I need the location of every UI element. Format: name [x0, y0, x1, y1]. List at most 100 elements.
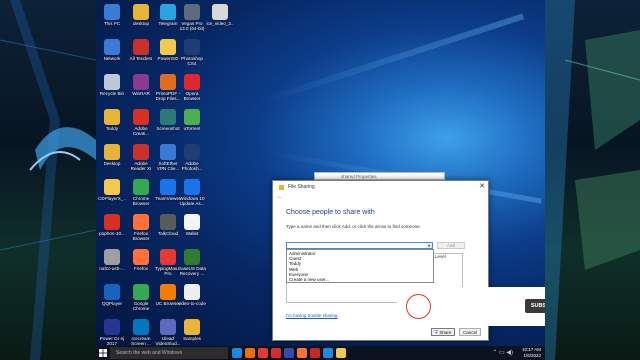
help-link[interactable]: I'm having trouble sharing: [286, 313, 337, 318]
app-icon: [104, 249, 120, 265]
app-icon: [133, 109, 149, 125]
desktop-icon[interactable]: Vegas Pro 13.0 (64-bit): [178, 4, 206, 31]
desktop-icon[interactable]: Firefox: [127, 249, 155, 271]
system-tray[interactable]: ⌃ ▭ ◀): [492, 349, 513, 356]
cancel-button[interactable]: Cancel: [459, 328, 481, 336]
desktop-icon-label: Icecream Screen ...: [131, 336, 151, 346]
taskbar-search-box[interactable]: Search the web and Windows: [110, 347, 228, 359]
share-button[interactable]: ⛨ Share: [431, 328, 455, 336]
desktop-icon[interactable]: ice_video_2...: [206, 4, 234, 31]
desktop-icon-label: Opera Browser: [183, 91, 201, 101]
app-icon: [184, 284, 200, 300]
desktop-icon-label: Samples: [183, 336, 201, 341]
desktop-icon-label: Adobe Reader XI: [130, 161, 152, 171]
desktop-icon[interactable]: nafcc-usb-...: [98, 249, 126, 271]
desktop-icon[interactable]: Network: [98, 39, 126, 61]
app-icon: [212, 4, 228, 20]
user-dropdown-list[interactable]: Administrator Guest Teddy Web Everyone Create…: [286, 249, 434, 283]
app-icon: [184, 74, 200, 90]
desktop-icon-label: pophon-10...: [99, 231, 125, 236]
app-icon: [184, 214, 200, 230]
close-icon[interactable]: ✕: [479, 182, 485, 190]
taskbar-app-icon[interactable]: [245, 348, 255, 358]
back-arrow-icon[interactable]: ←: [277, 194, 283, 200]
desktop-icon[interactable]: pophon-10...: [98, 214, 126, 236]
dialog-title: File Sharing: [288, 184, 315, 190]
clock-date: 1/6/2022: [523, 353, 541, 358]
app-icon: [104, 319, 120, 335]
desktop-icon[interactable]: QQPlayer: [98, 284, 126, 306]
taskbar-app-icon[interactable]: [310, 348, 320, 358]
right-artwork-shapes: [545, 0, 640, 360]
record-circle-icon: [406, 294, 431, 319]
desktop-icon-label: Photoshop CS4: [181, 56, 203, 66]
shared-properties-window[interactable]: shared Properties: [314, 172, 445, 180]
app-icon: [104, 144, 120, 160]
desktop-icon-label: video-to-code: [178, 301, 206, 306]
desktop-icon[interactable]: CDPlayerX_...: [98, 179, 126, 206]
desktop-icon[interactable]: Adobe Creati...: [127, 109, 155, 136]
app-icon: [160, 214, 176, 230]
desktop-icon-label: Firefox Browser: [132, 231, 150, 241]
desktop-icon-label: Adobe Photosh...: [181, 161, 203, 171]
desktop-icon-label: This PC: [103, 21, 121, 26]
desktop-icon[interactable]: Opera Browser: [178, 74, 206, 101]
app-icon: [184, 39, 200, 55]
desktop-icon[interactable]: Chrome Browser: [127, 179, 155, 206]
desktop-icon[interactable]: Power Gr ej 2017: [98, 319, 126, 346]
chevron-down-icon[interactable]: ▾: [426, 243, 432, 248]
desktop-icon[interactable]: Desktop: [98, 144, 126, 166]
desktop-icon-label: desktop: [132, 21, 150, 26]
desktop-icon[interactable]: Google Chrome: [127, 284, 155, 311]
desktop-icon[interactable]: Photoshop CS4: [178, 39, 206, 66]
desktop-icon[interactable]: desktop: [127, 4, 155, 26]
app-icon: [184, 4, 200, 20]
desktop-icon-label: Adobe Creati...: [132, 126, 150, 136]
add-button[interactable]: Add: [437, 242, 465, 249]
windows-start-icon[interactable]: [96, 346, 110, 360]
desktop-icon-label: Firefox: [133, 266, 149, 271]
desktop-icon[interactable]: Samples: [178, 319, 206, 341]
desktop-icon[interactable]: uTorrent: [178, 109, 206, 131]
desktop-icon[interactable]: EaseUS Data Recovery ...: [178, 249, 206, 276]
desktop-icon[interactable]: Adobe Photosh...: [178, 144, 206, 171]
desktop-icon[interactable]: Adobe Reader XI: [127, 144, 155, 171]
app-icon: [160, 179, 176, 195]
app-icon: [133, 284, 149, 300]
desktop-icon[interactable]: This PC: [98, 4, 126, 26]
desktop-icon[interactable]: video-to-code: [178, 284, 206, 306]
taskbar-clock[interactable]: 10:17 AM 1/6/2022: [522, 347, 541, 359]
taskbar-app-icon[interactable]: [323, 348, 333, 358]
desktop-icon[interactable]: Teddy: [98, 109, 126, 131]
desktop-icon-label: Desktop: [103, 161, 121, 166]
desktop-icon[interactable]: Icecream Screen ...: [127, 319, 155, 346]
desktop-icon[interactable]: Wallet: [178, 214, 206, 236]
desktop-icon-label: uTorrent: [183, 126, 201, 131]
desktop-icon[interactable]: WinRAR: [127, 74, 155, 96]
taskbar-app-icon[interactable]: [232, 348, 242, 358]
desktop-icon[interactable]: Firefox Browser: [127, 214, 155, 241]
taskbar: Search the web and Windows ⌃ ▭ ◀) 10:17 …: [96, 346, 545, 360]
taskbar-app-icon[interactable]: [271, 348, 281, 358]
dialog-title-bar: File Sharing: [279, 184, 315, 190]
app-icon: [160, 74, 176, 90]
app-icon: [104, 179, 120, 195]
dropdown-option[interactable]: Create a new user...: [289, 277, 431, 282]
taskbar-app-icon[interactable]: [284, 348, 294, 358]
desktop-icon-label: Wallet: [185, 231, 199, 236]
app-icon: [133, 179, 149, 195]
app-icon: [104, 284, 120, 300]
window-title: shared Properties: [341, 174, 377, 179]
app-icon: [184, 249, 200, 265]
app-icon: [160, 144, 176, 160]
desktop-icon-label: QQPlayer: [101, 301, 123, 306]
right-side-artwork: [545, 0, 640, 360]
share-name-input[interactable]: ▾: [286, 242, 433, 249]
desktop-icon[interactable]: All Tenders: [127, 39, 155, 61]
taskbar-app-icon[interactable]: [297, 348, 307, 358]
taskbar-app-icon[interactable]: [258, 348, 268, 358]
desktop-icon[interactable]: Windows 10 Update As...: [178, 179, 206, 206]
app-icon: [133, 39, 149, 55]
desktop-icon[interactable]: Recycle Bin: [98, 74, 126, 96]
taskbar-app-icon[interactable]: [336, 348, 346, 358]
